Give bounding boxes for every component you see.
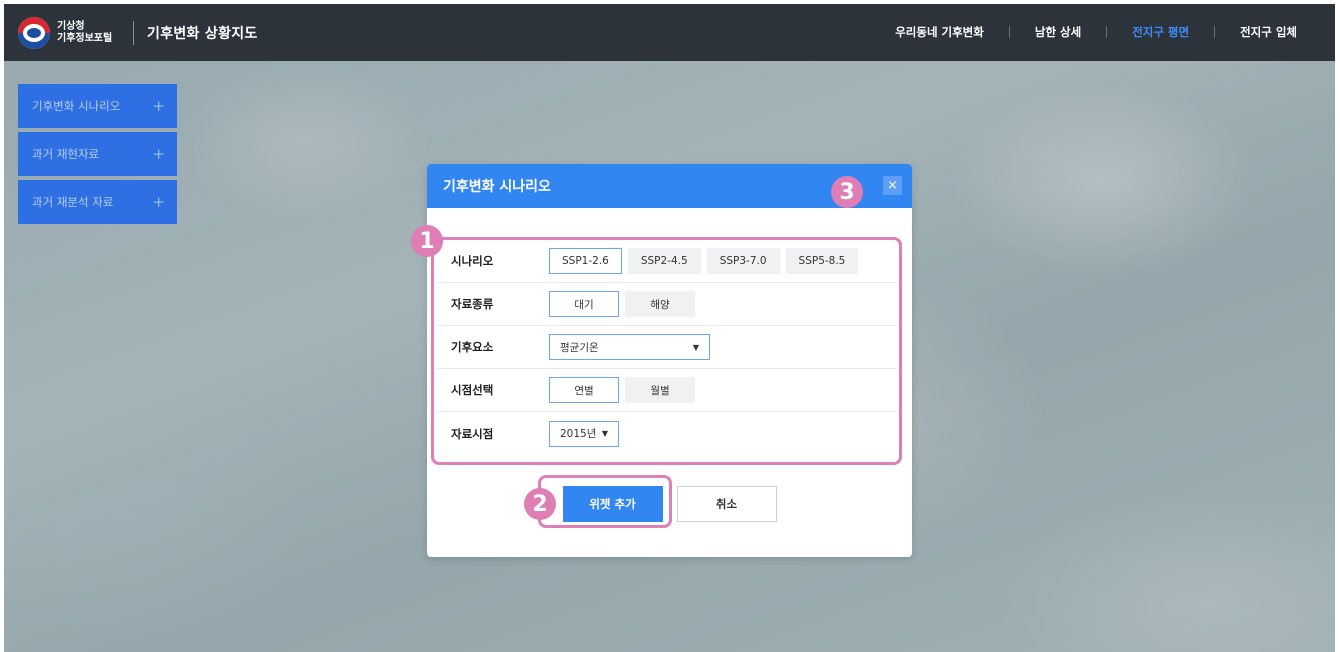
nav-separator bbox=[1214, 26, 1216, 38]
annotation-badge-2: 2 bbox=[524, 488, 556, 520]
nav-item-global-3d[interactable]: 전지구 입체 bbox=[1240, 24, 1297, 40]
header-divider bbox=[133, 21, 134, 45]
cancel-button[interactable]: 취소 bbox=[676, 486, 777, 522]
sidebar-item-climate-scenario[interactable]: 기후변화 시나리오 + bbox=[18, 84, 177, 128]
top-nav: 우리동네 기후변화 남한 상세 전지구 평면 전지구 입체 bbox=[895, 24, 1297, 40]
plus-icon[interactable]: + bbox=[152, 97, 165, 115]
dialog-title: 기후변화 시나리오 bbox=[443, 179, 551, 195]
logo-line2: 기후정보포털 bbox=[57, 33, 113, 44]
sidebar-item-label: 과거 재분석 자료 bbox=[32, 195, 114, 209]
nav-separator bbox=[1008, 26, 1010, 38]
app-title[interactable]: 기후변화 상황지도 bbox=[147, 23, 258, 43]
plus-icon[interactable]: + bbox=[152, 193, 165, 211]
sidebar-item-past-reproduction[interactable]: 과거 재현자료 + bbox=[18, 132, 177, 176]
highlight-add-button bbox=[538, 475, 672, 528]
close-icon[interactable]: × bbox=[883, 176, 902, 195]
layer-sidebar: 기후변화 시나리오 + 과거 재현자료 + 과거 재분석 자료 + bbox=[18, 84, 177, 228]
sidebar-item-past-reanalysis[interactable]: 과거 재분석 자료 + bbox=[18, 180, 177, 224]
plus-icon[interactable]: + bbox=[152, 145, 165, 163]
nav-separator bbox=[1106, 26, 1108, 38]
logo-text: 기상청 기후정보포털 bbox=[57, 21, 112, 45]
nav-item-global-flat[interactable]: 전지구 평면 bbox=[1132, 24, 1189, 40]
logo-line1: 기상청 bbox=[57, 21, 85, 32]
nav-item-local-climate[interactable]: 우리동네 기후변화 bbox=[895, 24, 984, 40]
app-frame: 기상청 기후정보포털 기후변화 상황지도 우리동네 기후변화 남한 상세 전지구… bbox=[4, 4, 1335, 652]
annotation-badge-3: 3 bbox=[831, 176, 863, 208]
highlight-form bbox=[431, 237, 902, 465]
nav-item-south-korea-detail[interactable]: 남한 상세 bbox=[1035, 24, 1081, 40]
sidebar-item-label: 기후변화 시나리오 bbox=[32, 99, 121, 113]
kma-logo[interactable]: 기상청 기후정보포털 bbox=[18, 17, 112, 49]
top-header: 기상청 기후정보포털 기후변화 상황지도 우리동네 기후변화 남한 상세 전지구… bbox=[4, 4, 1335, 61]
sidebar-item-label: 과거 재현자료 bbox=[32, 147, 100, 161]
annotation-badge-1: 1 bbox=[411, 225, 443, 257]
kma-emblem-icon bbox=[18, 17, 50, 49]
